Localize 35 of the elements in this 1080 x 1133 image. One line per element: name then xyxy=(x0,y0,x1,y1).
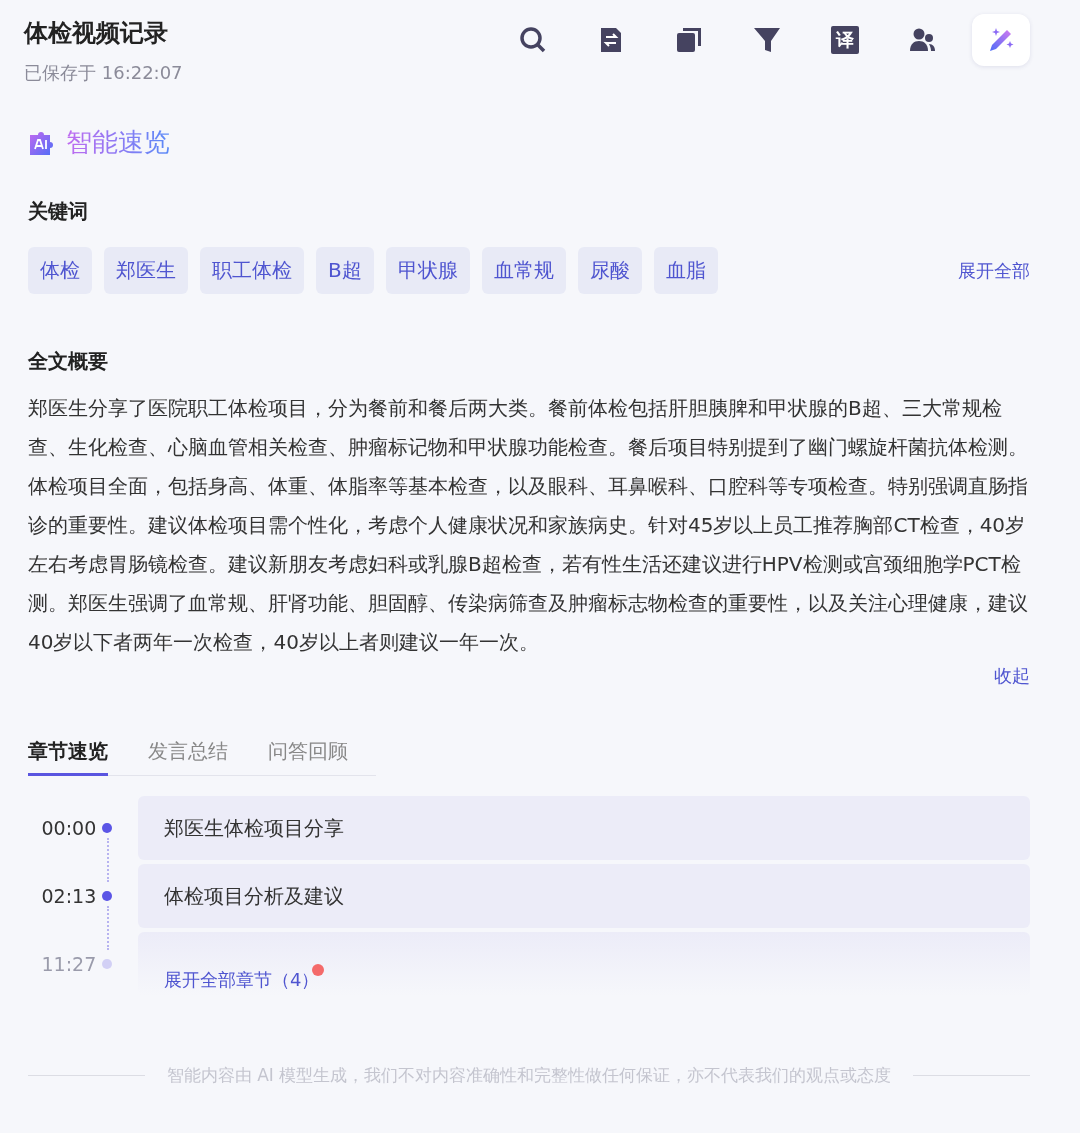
copy-icon xyxy=(675,26,703,54)
timeline-dot xyxy=(102,959,112,969)
keyword-tag[interactable]: 郑医生 xyxy=(104,247,188,294)
translate-icon: 译 xyxy=(831,26,859,54)
chapter-time: 11:27 xyxy=(40,953,97,975)
magic-button[interactable] xyxy=(972,14,1030,66)
filter-icon xyxy=(753,26,781,54)
timeline-dot xyxy=(102,823,112,833)
tab[interactable]: 章节速览 xyxy=(28,738,108,776)
tab[interactable]: 发言总结 xyxy=(148,738,228,776)
saved-time: 已保存于 16:22:07 xyxy=(24,61,183,85)
tab[interactable]: 问答回顾 xyxy=(268,738,348,776)
summary-text: 郑医生分享了医院职工体检项目，分为餐前和餐后两大类。餐前体检包括肝胆胰脾和甲状腺的B超、三大常规检查、生化检查、心脑血管相关检查、肿瘤标记物和甲状腺功能检查。餐后项目特别提到了幽门螺旋杆菌抗体检测。体检项目全面，包括身高、体重、体脂率等基本检查，以及眼科、耳鼻喉科、口腔科等专项检查。特别强调直肠指诊的重要性。建议体检项目需个性化，考虑个人健康状况和家族病史。针对45岁以上员工推荐胸部CT检查，40岁左右考虑胃肠镜检查。建议新朋友考虑妇科或乳腺B超检查，若有性生活还建议进行HPV检测或宫颈细胞学PCT检测。郑医生强调了血常规、肝肾功能、胆固醇、传染病筛查及肿瘤标志物检查的重要性，以及关注心理健康，建议40岁以下者两年一次检查，40岁以上者则建议一年一次。 xyxy=(28,395,1029,656)
keyword-tag[interactable]: 职工体检 xyxy=(200,247,304,294)
keyword-tag[interactable]: 血脂 xyxy=(653,247,718,294)
collapse-link[interactable]: 收起 xyxy=(994,664,1030,688)
document-swap-icon xyxy=(599,25,623,55)
keyword-tag[interactable]: B超 xyxy=(316,247,374,294)
chapter-time: 02:13 xyxy=(40,885,97,907)
keyword-tag[interactable]: 血常规 xyxy=(481,247,566,294)
summary-label: 全文概要 xyxy=(28,348,109,375)
chapter-card[interactable]: 体检项目分析及建议 xyxy=(138,864,1030,928)
keyword-tag[interactable]: 体检 xyxy=(28,247,92,294)
chapter-time: 00:00 xyxy=(40,817,97,839)
expand-chapters-link[interactable]: 展开全部章节（4） xyxy=(164,968,320,992)
translate-button[interactable]: 译 xyxy=(816,14,874,66)
keyword-tag[interactable]: 甲状腺 xyxy=(385,247,470,294)
expand-all-link[interactable]: 展开全部 xyxy=(958,258,1030,283)
document-title: 体检视频记录 xyxy=(24,18,169,49)
chapter-card[interactable]: 郑医生体检项目分享 xyxy=(138,796,1030,860)
keywords-label: 关键词 xyxy=(28,198,89,225)
people-icon xyxy=(909,27,937,53)
search-icon xyxy=(518,25,548,55)
keyword-tag[interactable]: 尿酸 xyxy=(577,247,642,294)
timeline-dot xyxy=(102,891,112,901)
